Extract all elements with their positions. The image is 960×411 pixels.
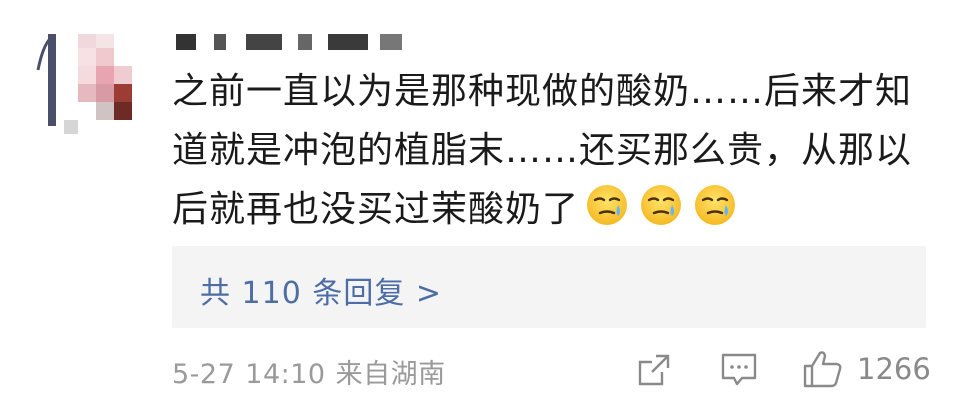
avatar[interactable] (34, 30, 134, 140)
sweat-face-icon (639, 183, 683, 227)
comment-date: 5-27 (172, 359, 236, 390)
replies-box[interactable]: 共 110 条回复 > (172, 246, 926, 328)
sweat-face-icon (585, 183, 629, 227)
username-redaction (298, 34, 312, 50)
username-redaction (176, 34, 196, 50)
thumbs-up-icon[interactable] (802, 349, 844, 393)
username-redaction (380, 34, 402, 50)
comment-location: 来自湖南 (335, 359, 446, 390)
comment-icon[interactable] (720, 352, 758, 392)
username-redaction (246, 34, 282, 50)
emoji-row (585, 183, 747, 245)
avatar-mosaic (36, 34, 132, 134)
username-redaction (328, 34, 368, 50)
like-count: 1266 (857, 352, 931, 386)
username-redaction (214, 34, 226, 50)
comment-time: 14:10 (245, 359, 326, 390)
view-replies-link[interactable]: 共 110 条回复 > (200, 268, 442, 312)
comment-meta: 5-27 14:10 来自湖南 (172, 352, 456, 391)
username[interactable] (176, 30, 436, 54)
comment-text-block: 之前一直以为是那种现做的酸奶……后来才知道就是冲泡的植脂末……还买那么贵，从那以… (172, 62, 932, 245)
sweat-face-icon (693, 183, 737, 227)
share-icon[interactable] (636, 352, 672, 392)
comment-text: 之前一直以为是那种现做的酸奶……后来才知道就是冲泡的植脂末……还买那么贵，从那以… (172, 71, 913, 230)
